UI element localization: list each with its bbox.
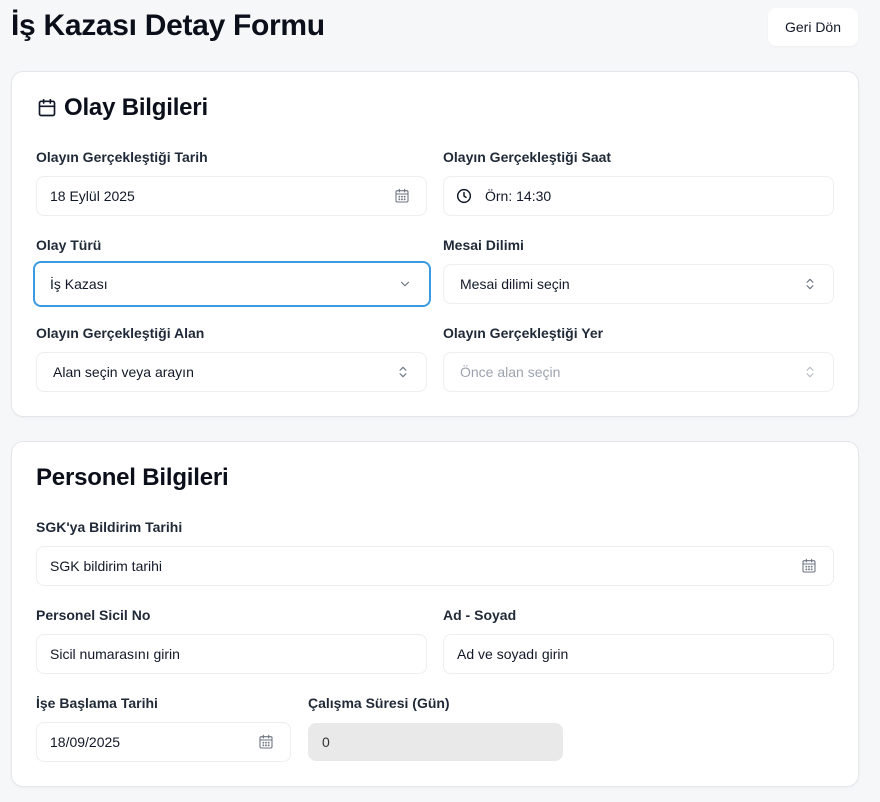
chevrons-up-down-icon (396, 365, 410, 379)
olay-bilgileri-title: Olay Bilgileri (64, 94, 208, 121)
chevrons-up-down-icon (803, 277, 817, 291)
sgk-date-field[interactable]: SGK bildirim tarihi (36, 546, 834, 586)
sicil-placeholder: Sicil numarasını girin (50, 646, 180, 662)
time-field[interactable]: Örn: 14:30 (443, 176, 834, 216)
place-placeholder: Önce alan seçin (460, 364, 561, 380)
shift-label: Mesai Dilimi (443, 237, 524, 253)
type-value: İş Kazası (50, 276, 108, 292)
area-label: Olayın Gerçekleştiği Alan (36, 325, 205, 341)
place-label: Olayın Gerçekleştiği Yer (443, 325, 604, 341)
area-placeholder: Alan seçin veya arayın (53, 364, 194, 380)
area-select[interactable]: Alan seçin veya arayın (36, 352, 427, 392)
duration-value: 0 (322, 734, 330, 750)
personel-bilgileri-title: Personel Bilgileri (36, 464, 229, 491)
shift-select[interactable]: Mesai dilimi seçin (443, 264, 834, 304)
date-label: Olayın Gerçekleştiği Tarih (36, 149, 208, 165)
sgk-label: SGK'ya Bildirim Tarihi (36, 519, 183, 535)
name-label: Ad - Soyad (443, 607, 517, 623)
clock-icon (456, 188, 472, 204)
start-date-label: İşe Başlama Tarihi (36, 695, 158, 711)
time-label: Olayın Gerçekleştiği Saat (443, 149, 612, 165)
name-placeholder: Ad ve soyadı girin (457, 646, 569, 662)
chevron-down-icon (398, 277, 412, 291)
sicil-input[interactable]: Sicil numarasını girin (36, 634, 427, 674)
name-input[interactable]: Ad ve soyadı girin (443, 634, 834, 674)
calendar-icon (394, 188, 410, 204)
page-title: İş Kazası Detay Formu (11, 9, 325, 42)
start-date-field[interactable]: 18/09/2025 (36, 722, 291, 762)
shift-placeholder: Mesai dilimi seçin (460, 276, 570, 292)
duration-label: Çalışma Süresi (Gün) (308, 695, 450, 711)
calendar-icon (37, 98, 57, 123)
date-field[interactable]: 18 Eylül 2025 (36, 176, 427, 216)
time-placeholder: Örn: 14:30 (485, 188, 552, 204)
type-select[interactable]: İş Kazası (33, 261, 431, 307)
type-label: Olay Türü (36, 237, 102, 253)
sicil-label: Personel Sicil No (36, 607, 151, 623)
sgk-placeholder: SGK bildirim tarihi (50, 558, 163, 574)
duration-field: 0 (308, 723, 563, 761)
back-button[interactable]: Geri Dön (768, 8, 858, 46)
start-date-value: 18/09/2025 (50, 734, 121, 750)
olay-bilgileri-card: Olay Bilgileri Olayın Gerçekleştiği Tari… (11, 71, 859, 417)
personel-bilgileri-card: Personel Bilgileri SGK'ya Bildirim Tarih… (11, 441, 859, 787)
calendar-icon (801, 558, 817, 574)
date-value: 18 Eylül 2025 (50, 188, 135, 204)
calendar-icon (258, 734, 274, 750)
chevrons-up-down-icon (803, 365, 817, 379)
place-select[interactable]: Önce alan seçin (443, 352, 834, 392)
